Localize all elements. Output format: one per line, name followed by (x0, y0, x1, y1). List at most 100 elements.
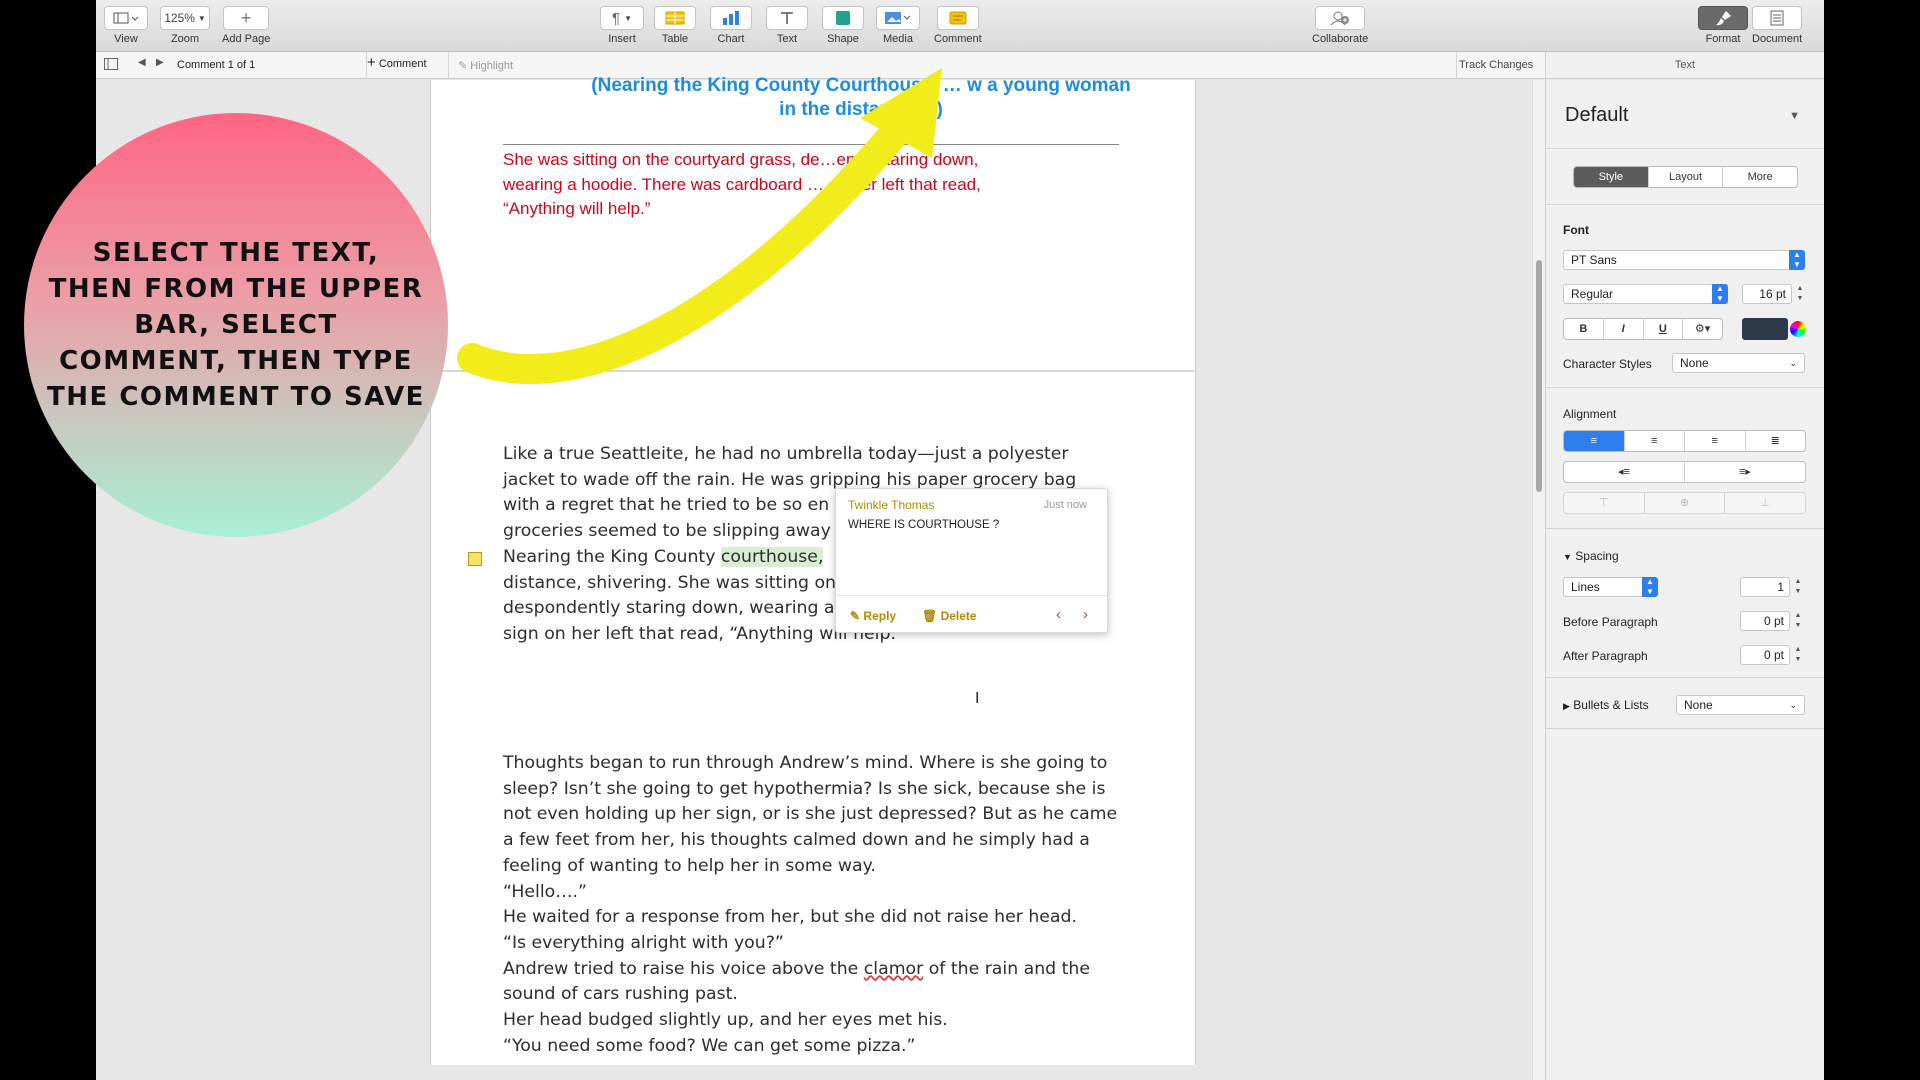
vertical-scrollbar[interactable] (1532, 80, 1545, 1080)
format-tab[interactable]: Format (1698, 6, 1748, 45)
shape-label: Shape (827, 33, 859, 45)
chevron-down-icon[interactable]: ▼ (1789, 110, 1800, 122)
insert-button[interactable]: ¶ ▼ Insert (600, 6, 644, 45)
view-button[interactable]: View (104, 6, 148, 45)
text-button[interactable]: Text (766, 6, 808, 45)
comment-counter: Comment 1 of 1 (177, 59, 256, 71)
add-comment-button[interactable]: + Comment (367, 54, 427, 71)
align-top-icon[interactable]: ⊤ (1564, 493, 1645, 513)
highlight-button[interactable]: ✎ Highlight (458, 59, 513, 72)
misspelled-word[interactable]: clamor (864, 959, 923, 979)
italic-button[interactable]: I (1604, 319, 1644, 339)
collaborate-icon (1315, 6, 1366, 30)
alignment-label: Alignment (1563, 407, 1617, 421)
paragraph-2[interactable]: Thoughts began to run through Andrew’s m… (503, 751, 1143, 1059)
table-button[interactable]: Table (654, 6, 696, 45)
updown-arrows-icon: ▲ ▼ (1642, 577, 1658, 597)
zoom-value: 125% (164, 11, 195, 25)
align-right-icon[interactable]: ≡ (1685, 431, 1746, 451)
bullets-disclosure[interactable]: ▶ Bullets & Lists (1563, 698, 1649, 712)
tab-style[interactable]: Style (1574, 167, 1649, 187)
chart-button[interactable]: Chart (710, 6, 752, 45)
divider (1546, 387, 1824, 388)
comment-text[interactable]: WHERE IS COURTHOUSE ? (848, 519, 999, 531)
after-paragraph-input[interactable]: 0 pt (1740, 645, 1790, 665)
align-left-icon[interactable]: ≡ (1564, 431, 1625, 451)
character-styles-select[interactable]: None ⌄ (1672, 353, 1805, 373)
shape-button[interactable]: Shape (822, 6, 864, 45)
chevron-right-icon[interactable]: › (1083, 606, 1088, 623)
color-wheel-icon[interactable] (1790, 321, 1806, 337)
heading-rule (503, 144, 1119, 145)
collaborate-button[interactable]: Collaborate (1312, 6, 1368, 45)
bold-button[interactable]: B (1564, 319, 1604, 339)
alignment-buttons: ≡ ≡ ≡ ≣ (1563, 430, 1806, 452)
media-label: Media (883, 33, 913, 45)
quoted-heading[interactable]: (Nearing the King County Courthouse, … w… (496, 74, 1226, 122)
media-button[interactable]: Media (876, 6, 920, 45)
indent-buttons: ◂≡ ≡▸ (1563, 461, 1806, 483)
chart-label: Chart (717, 33, 745, 45)
line-spacing-stepper[interactable]: ▲ ▼ (1793, 577, 1803, 597)
font-label: Font (1563, 223, 1589, 237)
justify-icon[interactable]: ≣ (1746, 431, 1806, 451)
comment-marker-icon[interactable] (468, 552, 482, 566)
spacing-disclosure[interactable]: ▼ Spacing (1563, 549, 1619, 563)
increase-indent-icon[interactable]: ≡▸ (1685, 462, 1805, 482)
align-middle-icon[interactable]: ⊕ (1645, 493, 1726, 513)
tab-layout[interactable]: Layout (1649, 167, 1724, 187)
plus-icon: + (367, 54, 376, 71)
comment-popover[interactable]: Twinkle Thomas Just now WHERE IS COURTHO… (835, 488, 1108, 633)
chevron-left-icon[interactable]: ‹ (1056, 606, 1061, 623)
bar-chart-icon (710, 6, 752, 30)
updown-arrows-icon: ▲ ▼ (1789, 250, 1805, 270)
disclosure-triangle-icon: ▶ (1563, 701, 1570, 711)
inspector-tab-text: Text (1545, 52, 1824, 79)
bullets-select[interactable]: None ⌄ (1676, 695, 1805, 715)
document-tab[interactable]: Document (1752, 6, 1802, 45)
decrease-indent-icon[interactable]: ◂≡ (1564, 462, 1685, 482)
text-color-well[interactable] (1742, 318, 1788, 340)
quoted-red-text[interactable]: She was sitting on the courtyard grass, … (503, 148, 1113, 222)
font-size-input[interactable]: 16 pt (1742, 284, 1792, 304)
font-weight-select[interactable]: Regular ▲ ▼ (1563, 284, 1728, 304)
reply-button[interactable]: ✎ Reply (850, 609, 896, 623)
highlighted-comment-text[interactable]: courthouse, (720, 546, 824, 567)
align-bottom-icon[interactable]: ⊥ (1725, 493, 1805, 513)
next-comment-icon[interactable]: ▶ (156, 57, 164, 68)
instruction-text: SELECT THE TEXT, THEN FROM THE UPPER BAR… (47, 238, 425, 412)
instruction-callout: SELECT THE TEXT, THEN FROM THE UPPER BAR… (24, 113, 448, 537)
zoom-control[interactable]: 125% ▼ Zoom (160, 6, 210, 45)
previous-comment-icon[interactable]: ◀ (138, 57, 146, 68)
add-page-button[interactable]: + Add Page (222, 6, 270, 45)
spacing-mode-select[interactable]: Lines ▲ ▼ (1563, 577, 1658, 597)
line-spacing-input[interactable]: 1 (1740, 577, 1790, 597)
main-toolbar: View 125% ▼ Zoom + Add Page ¶ ▼ Insert Tab… (96, 0, 1824, 52)
track-changes-button[interactable]: Track Changes (1459, 59, 1533, 71)
comment-time: Just now (1043, 499, 1087, 511)
comment-button[interactable]: Comment (934, 6, 982, 45)
divider (448, 52, 449, 79)
disclosure-triangle-icon: ▼ (1563, 552, 1572, 562)
after-paragraph-stepper[interactable]: ▲ ▼ (1793, 645, 1803, 665)
align-center-icon[interactable]: ≡ (1625, 431, 1685, 451)
font-family-select[interactable]: PT Sans ▲ ▼ (1563, 250, 1805, 270)
before-paragraph-input[interactable]: 0 pt (1740, 611, 1790, 631)
font-size-stepper[interactable]: ▲ ▼ (1795, 284, 1805, 304)
underline-button[interactable]: U (1644, 319, 1684, 339)
comment-label: Comment (934, 33, 982, 45)
tab-more[interactable]: More (1723, 167, 1797, 187)
before-paragraph-stepper[interactable]: ▲ ▼ (1793, 611, 1803, 631)
divider (1546, 728, 1824, 729)
sidebar-toggle-icon[interactable] (104, 58, 118, 73)
table-label: Table (661, 33, 689, 45)
gear-icon[interactable]: ⚙▾ (1683, 319, 1722, 339)
delete-button[interactable]: 🗑 Delete (922, 609, 977, 623)
scrollbar-thumb[interactable] (1536, 260, 1542, 492)
paragraph-style-name[interactable]: Default (1565, 104, 1628, 127)
chevron-down-icon: ⌄ (1789, 358, 1797, 368)
after-paragraph-label: After Paragraph (1563, 649, 1648, 663)
add-page-label: Add Page (222, 33, 271, 45)
text-label: Text (776, 33, 798, 45)
divider (1546, 677, 1824, 678)
